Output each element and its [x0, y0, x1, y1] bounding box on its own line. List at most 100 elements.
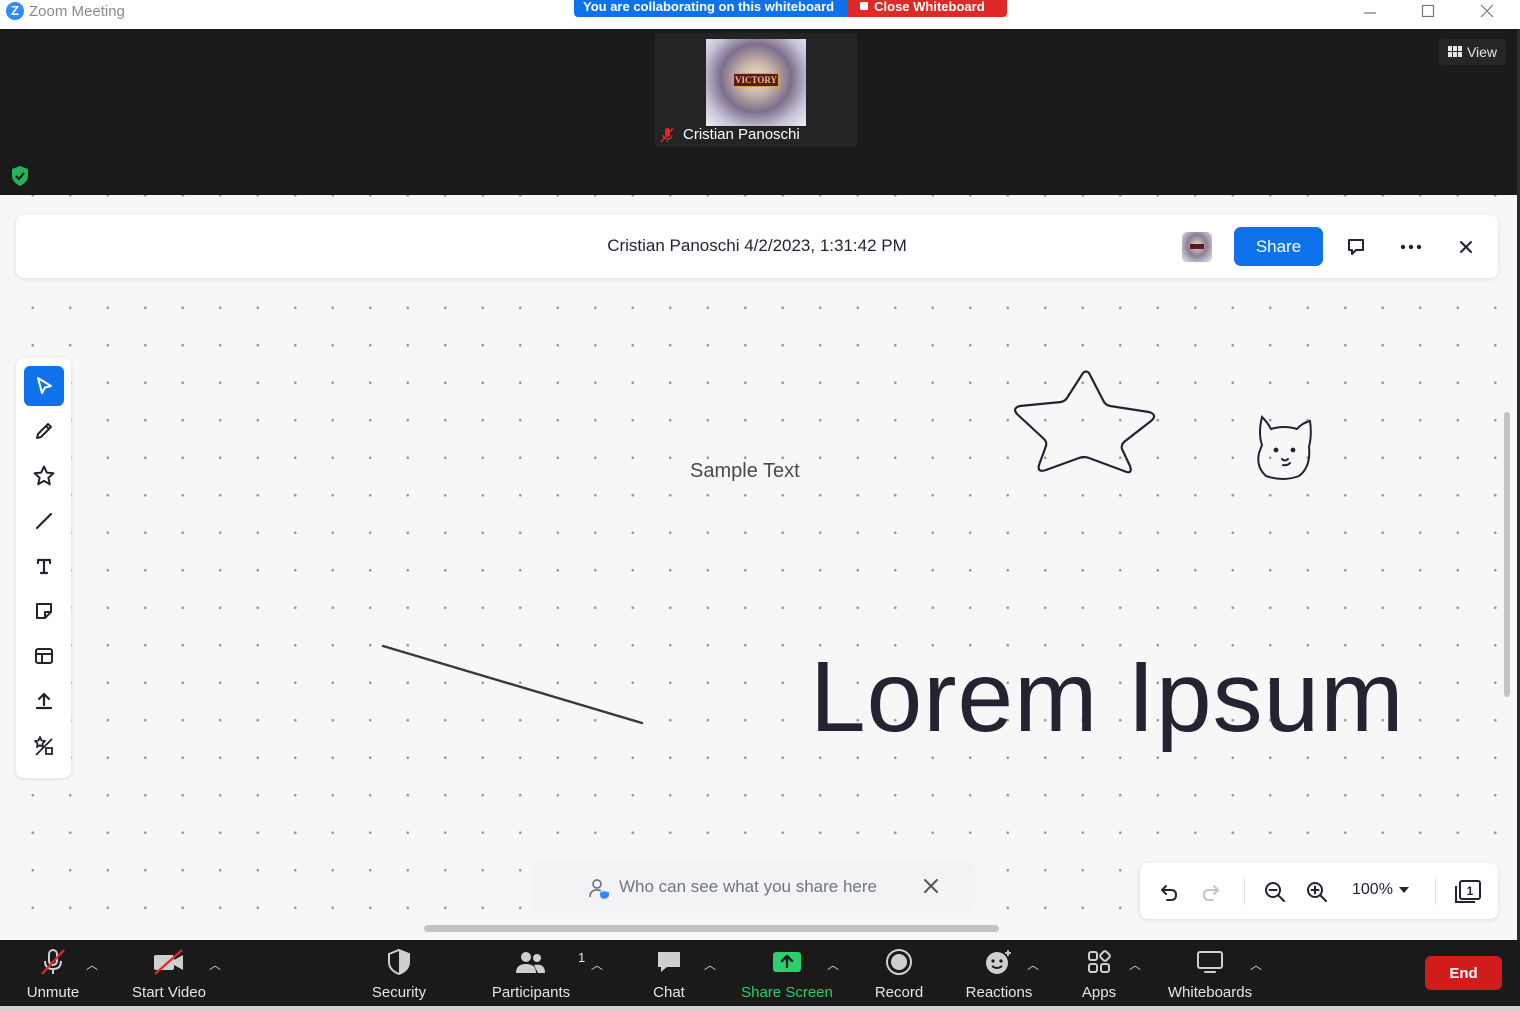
shield-check-icon	[12, 166, 28, 186]
sticky-note-icon	[36, 603, 52, 619]
apps-button[interactable]: Apps	[1078, 940, 1120, 1006]
apps-label: Apps	[1081, 984, 1117, 1001]
video-off-icon	[152, 940, 186, 984]
sample-text-element[interactable]: Sample Text	[690, 460, 800, 483]
zoom-in-icon	[1307, 882, 1327, 902]
chevron-down-icon	[1398, 887, 1409, 893]
canvas-drawings	[381, 370, 1312, 725]
zoom-meeting-window: Z Zoom Meeting You are collaborating on …	[0, 0, 1520, 1011]
unmute-label: Unmute	[26, 984, 80, 1001]
apps-options-chevron-icon[interactable]: ︿	[1129, 956, 1141, 973]
window-bottom-edge	[0, 1006, 1520, 1011]
lorem-ipsum-text-element[interactable]: Lorem Ipsum	[810, 640, 1405, 755]
close-notice-icon[interactable]	[922, 877, 940, 895]
pen-tool[interactable]	[24, 411, 64, 451]
more-options-button[interactable]	[1399, 235, 1423, 259]
close-whiteboard-label: Close Whiteboard	[874, 0, 985, 14]
security-button[interactable]: Security	[366, 940, 432, 1006]
encryption-shield-icon[interactable]	[10, 165, 30, 192]
zoom-out-icon	[1265, 882, 1285, 902]
security-label: Security	[371, 984, 427, 1001]
page-count: 1	[1467, 884, 1474, 898]
record-icon	[885, 940, 913, 984]
participant-avatar: VICTORY	[706, 39, 806, 126]
star-drawing[interactable]	[1013, 370, 1156, 474]
undo-button[interactable]	[1156, 879, 1182, 905]
shield-icon	[386, 940, 412, 984]
close-window-button[interactable]	[1462, 0, 1512, 22]
start-video-button[interactable]: Start Video	[128, 940, 210, 1006]
zoom-logo-icon: Z	[6, 2, 24, 20]
share-screen-button[interactable]: Share Screen	[740, 940, 834, 1006]
participants-icon: 1	[514, 940, 585, 984]
line-tool[interactable]	[24, 501, 64, 541]
participants-count: 1	[578, 950, 586, 965]
line-drawing[interactable]	[381, 644, 644, 725]
participants-options-chevron-icon[interactable]: ︿	[591, 956, 603, 973]
reactions-button[interactable]: Reactions	[963, 940, 1035, 1006]
vertical-scrollbar[interactable]	[1504, 412, 1510, 697]
video-options-chevron-icon[interactable]: ︿	[209, 956, 221, 973]
zoom-level-dropdown[interactable]: 100%	[1352, 881, 1409, 899]
pages-icon: 1	[1455, 880, 1481, 903]
comment-icon	[1348, 239, 1364, 255]
window-title: Zoom Meeting	[29, 3, 125, 20]
collaboration-message: You are collaborating on this whiteboard	[574, 0, 848, 17]
more-shapes-tool[interactable]	[24, 726, 64, 766]
collaborator-avatar[interactable]	[1182, 232, 1212, 262]
sticky-note-tool[interactable]	[24, 591, 64, 631]
text-tool[interactable]	[24, 546, 64, 586]
share-options-chevron-icon[interactable]: ︿	[827, 956, 839, 973]
share-screen-label: Share Screen	[741, 984, 833, 1001]
cursor-icon	[37, 377, 52, 394]
whiteboard-icon	[1195, 940, 1225, 984]
select-tool[interactable]	[24, 366, 64, 406]
pages-button[interactable]: 1	[1452, 879, 1484, 905]
participant-tile[interactable]: VICTORY Cristian Panoschi	[655, 33, 857, 147]
view-button[interactable]: View	[1439, 39, 1506, 65]
person-shield-icon	[589, 879, 609, 899]
template-icon	[35, 648, 53, 664]
meeting-controls-bar: Unmute ︿ Start Video ︿ Security 1 Partic…	[0, 940, 1520, 1006]
muted-mic-icon	[38, 940, 68, 984]
close-whiteboard-x-button[interactable]	[1454, 235, 1478, 259]
zoom-in-button[interactable]	[1304, 879, 1330, 905]
participants-button[interactable]: 1 Participants	[486, 940, 585, 1006]
zoom-controls: 100% 1	[1140, 863, 1498, 919]
chat-options-chevron-icon[interactable]: ︿	[704, 956, 716, 973]
horizontal-scrollbar[interactable]	[424, 925, 999, 932]
whiteboards-options-chevron-icon[interactable]: ︿	[1250, 956, 1262, 973]
upload-tool[interactable]	[24, 681, 64, 721]
whiteboard-header: Cristian Panoschi 4/2/2023, 1:31:42 PM S…	[16, 215, 1498, 278]
zoom-level-value: 100%	[1352, 881, 1393, 898]
share-visibility-notice[interactable]: Who can see what you share here	[533, 862, 975, 912]
cat-doodle[interactable]	[1257, 415, 1312, 480]
maximize-button[interactable]	[1403, 0, 1453, 22]
reactions-icon	[984, 940, 1014, 984]
share-whiteboard-button[interactable]: Share	[1234, 227, 1323, 266]
participants-label: Participants	[491, 984, 571, 1001]
more-dots-icon	[1400, 244, 1422, 250]
close-icon	[1480, 4, 1494, 18]
template-tool[interactable]	[24, 636, 64, 676]
line-icon	[35, 512, 53, 530]
redo-button[interactable]	[1198, 879, 1224, 905]
stop-icon	[860, 2, 869, 10]
record-button[interactable]: Record	[872, 940, 926, 1006]
whiteboard-canvas[interactable]: Sample Text Lorem Ipsum Cristian Panosch…	[0, 195, 1518, 940]
end-meeting-button[interactable]: End	[1425, 956, 1502, 990]
undo-icon	[1161, 885, 1177, 901]
zoom-out-button[interactable]	[1262, 879, 1288, 905]
muted-mic-icon	[660, 127, 674, 142]
reactions-options-chevron-icon[interactable]: ︿	[1027, 956, 1039, 973]
comments-button[interactable]	[1344, 235, 1368, 259]
close-whiteboard-button[interactable]: Close Whiteboard	[847, 0, 1007, 17]
audio-options-chevron-icon[interactable]: ︿	[86, 956, 98, 973]
unmute-button[interactable]: Unmute	[18, 940, 88, 1006]
reactions-label: Reactions	[965, 984, 1033, 1001]
chat-button[interactable]: Chat	[648, 940, 690, 1006]
shapes-tool[interactable]	[24, 456, 64, 496]
whiteboards-button[interactable]: Whiteboards	[1166, 940, 1254, 1006]
minimize-button[interactable]	[1345, 0, 1395, 22]
collaboration-banner: You are collaborating on this whiteboard…	[574, 0, 1007, 17]
